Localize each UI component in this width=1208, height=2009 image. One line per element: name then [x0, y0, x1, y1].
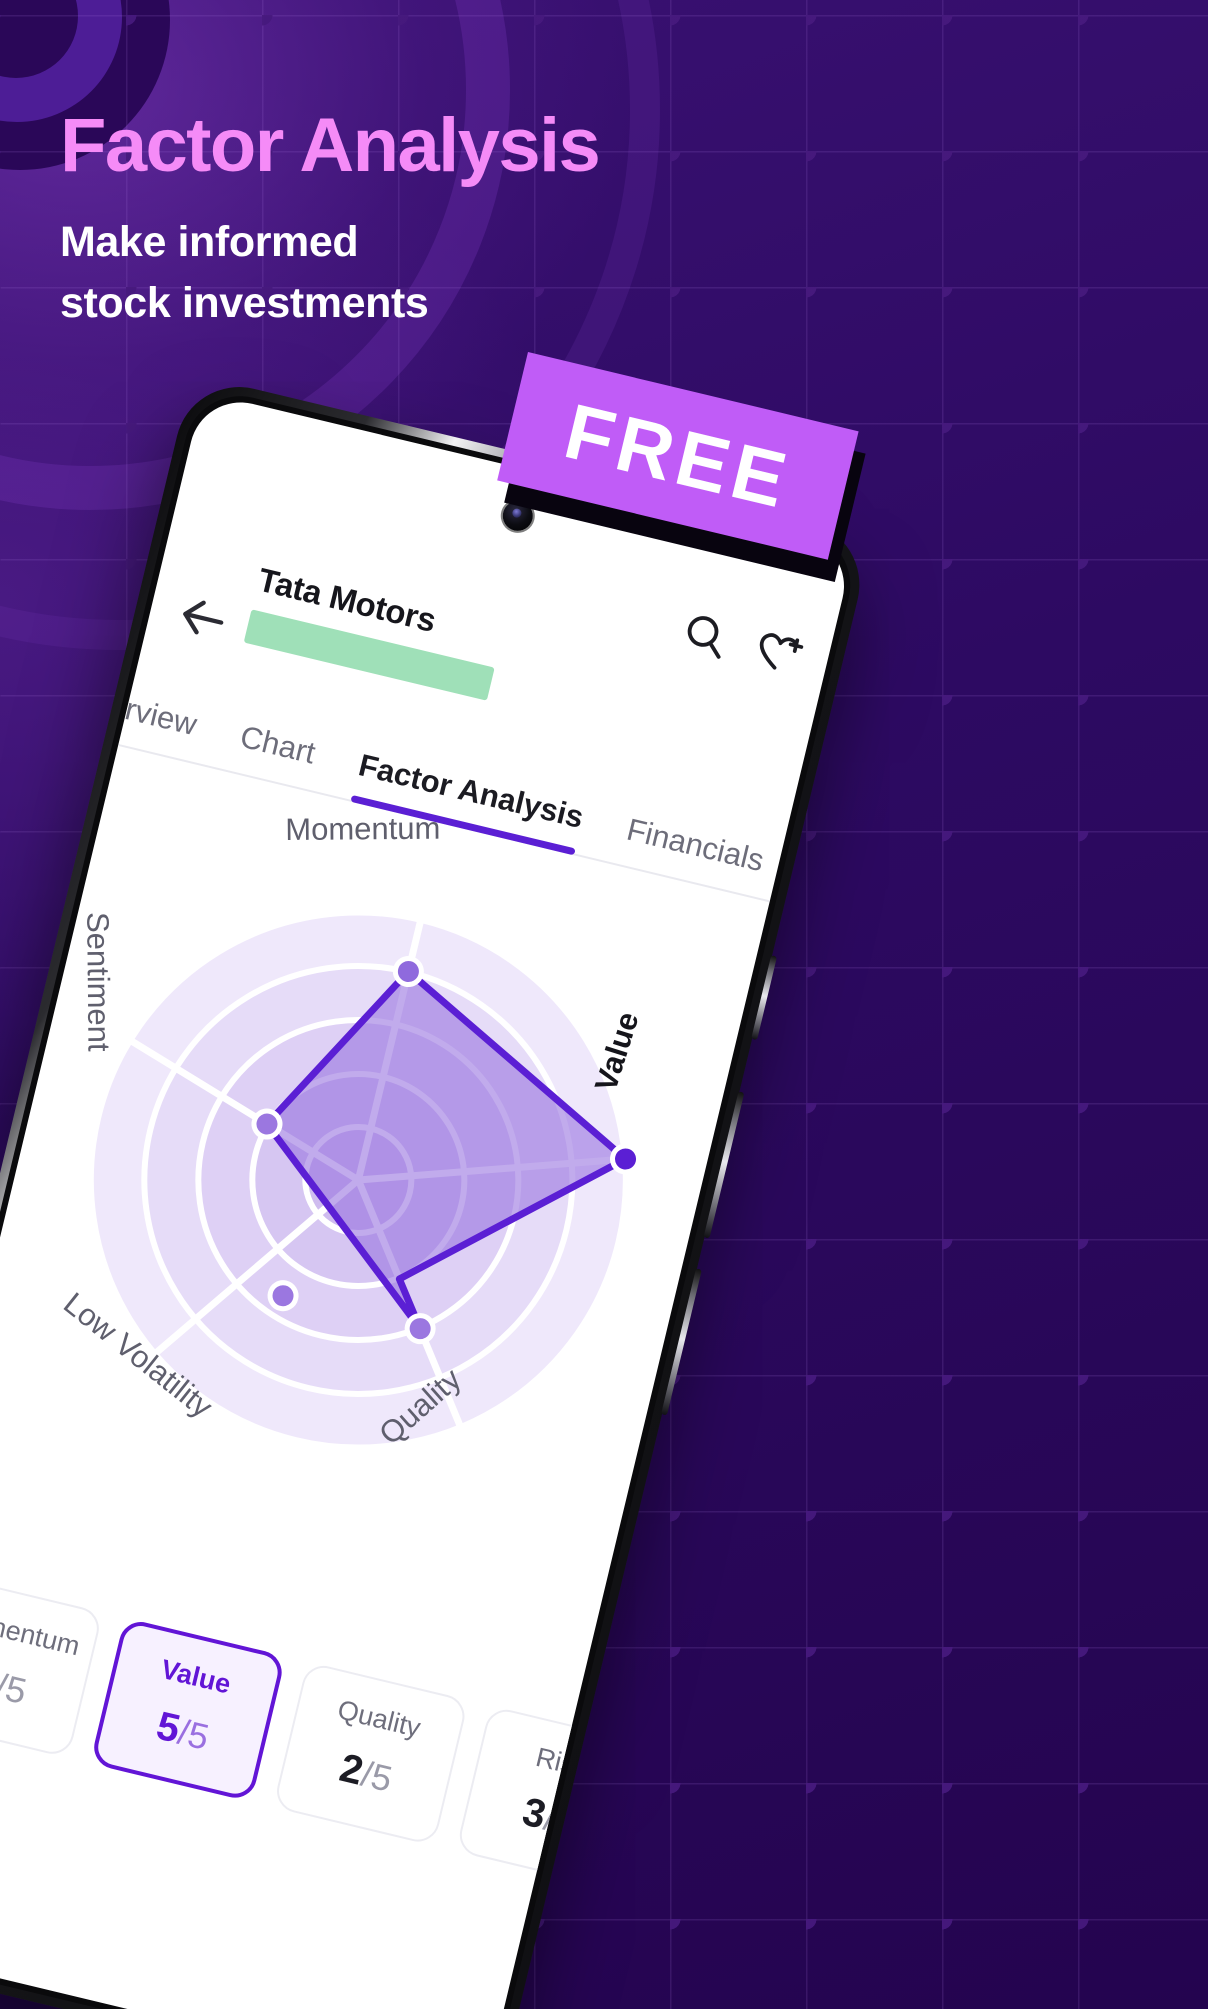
search-icon[interactable]	[677, 607, 732, 662]
promo-subtitle-line-1: Make informed	[60, 218, 359, 266]
factor-card-momentum[interactable]: Momentum 4/5	[0, 1573, 104, 1759]
factor-card-score-max: /5	[0, 1665, 31, 1712]
watchlist-add-icon[interactable]	[751, 625, 806, 680]
radar-axis-label-momentum: Momentum	[285, 810, 441, 848]
promo-subtitle-line-2: stock investments	[60, 279, 429, 328]
promo-title: Factor Analysis	[60, 103, 601, 188]
radar-svg	[86, 908, 642, 1452]
factor-card-label: Momentum	[0, 1600, 83, 1662]
factor-card-value[interactable]: Value 5/5	[89, 1617, 287, 1803]
factor-card-quality[interactable]: Quality 2/5	[272, 1661, 469, 1847]
factor-card-score: 5/5	[108, 1693, 257, 1770]
factor-card-score: 2/5	[290, 1735, 442, 1813]
tab-financials[interactable]: Financials	[619, 812, 767, 897]
promo-headline-block: Factor Analysis Make informed stock inve…	[60, 108, 840, 334]
promo-subtitle: Make informed stock investments	[60, 212, 840, 334]
back-arrow-icon[interactable]	[171, 587, 234, 650]
tab-chart[interactable]: Chart	[232, 719, 319, 789]
stock-meta: Tata Motors	[243, 561, 507, 701]
radar-axis-label-sentiment: Sentiment	[80, 911, 117, 1052]
